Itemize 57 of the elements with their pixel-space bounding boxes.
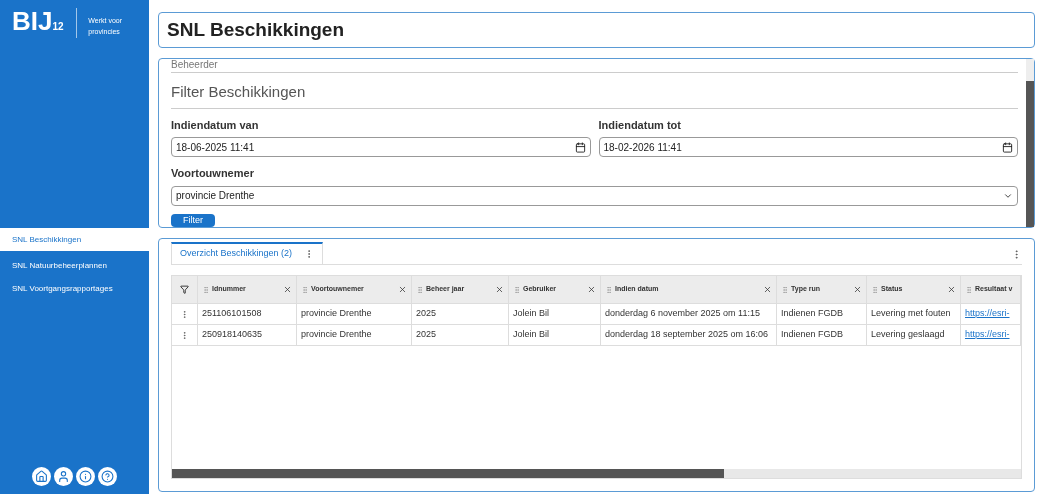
row-menu-icon[interactable] <box>180 309 189 319</box>
scrollbar[interactable] <box>1026 59 1034 227</box>
table-cell: Indienen FGDB <box>781 328 844 342</box>
table-cell: donderdag 18 september 2025 om 16:06 <box>605 328 769 342</box>
date-field[interactable]: 18-02-2026 11:41 <box>598 137 1018 157</box>
field-label: Indiendatum van <box>171 117 260 133</box>
table-cell: provincie Drenthe <box>301 307 372 321</box>
field-label: Voortouwnemer <box>171 166 255 181</box>
nav-item[interactable]: SNL Beschikkingen <box>0 228 149 251</box>
grip-icon[interactable] <box>513 285 521 294</box>
field-label: Indiendatum tot <box>598 117 682 133</box>
table-cell: provincie Drenthe <box>301 328 372 342</box>
table-cell: 2025 <box>416 307 437 321</box>
table-cell: donderdag 6 november 2025 om 11:15 <box>605 307 760 321</box>
grip-icon[interactable] <box>965 285 973 294</box>
close-icon[interactable] <box>495 285 504 294</box>
select-field[interactable]: provincie Drenthe <box>171 185 1018 206</box>
calendar-icon <box>574 141 586 153</box>
grip-icon[interactable] <box>781 285 789 294</box>
grip-icon[interactable] <box>605 285 613 294</box>
page-title: SNL Beschikkingen <box>167 17 345 42</box>
section-heading: Beheerder <box>171 59 1018 73</box>
close-icon[interactable] <box>398 285 407 294</box>
info-icon[interactable] <box>76 467 95 486</box>
table-cell: Levering geslaagd <box>871 328 945 342</box>
filter-button[interactable]: Filter <box>171 213 215 227</box>
calendar-icon <box>1002 141 1013 153</box>
result-link[interactable]: https://esri- <box>965 307 1010 321</box>
home-icon[interactable] <box>32 467 51 486</box>
row-menu-icon[interactable] <box>180 330 189 340</box>
table-cell: Levering met fouten <box>871 307 951 321</box>
close-icon[interactable] <box>853 285 862 294</box>
table-cell: 2025 <box>416 328 437 342</box>
close-icon[interactable] <box>587 285 596 294</box>
grip-icon[interactable] <box>871 285 879 294</box>
table-cell: Jolein Bil <box>513 328 550 342</box>
user-icon[interactable] <box>54 467 73 486</box>
grip-icon[interactable] <box>202 285 210 294</box>
table-cell: 250918140635 <box>202 328 263 342</box>
grip-icon[interactable] <box>416 285 424 294</box>
date-field[interactable]: 18-06-2025 11:41 <box>171 137 591 157</box>
logo: BIJ12 <box>12 8 64 34</box>
close-icon[interactable] <box>763 285 772 294</box>
grip-icon[interactable] <box>301 285 309 294</box>
nav-item[interactable]: SNL Voortgangsrapportages <box>0 277 149 300</box>
filter-icon[interactable] <box>180 285 189 294</box>
nav-item[interactable]: SNL Natuurbeheerplannen <box>0 254 149 277</box>
filter-heading: Filter Beschikkingen <box>171 81 1018 109</box>
table-cell: Indienen FGDB <box>781 307 844 321</box>
result-link[interactable]: https://esri- <box>965 328 1010 342</box>
horizontal-scrollbar[interactable] <box>172 469 1021 478</box>
help-icon[interactable] <box>98 467 117 486</box>
close-icon[interactable] <box>947 285 956 294</box>
close-icon[interactable] <box>283 285 292 294</box>
tab[interactable]: Overzicht Beschikkingen (2) <box>171 242 324 264</box>
table-cell: Jolein Bil <box>513 307 550 321</box>
table-cell: 251106101508 <box>202 307 262 321</box>
